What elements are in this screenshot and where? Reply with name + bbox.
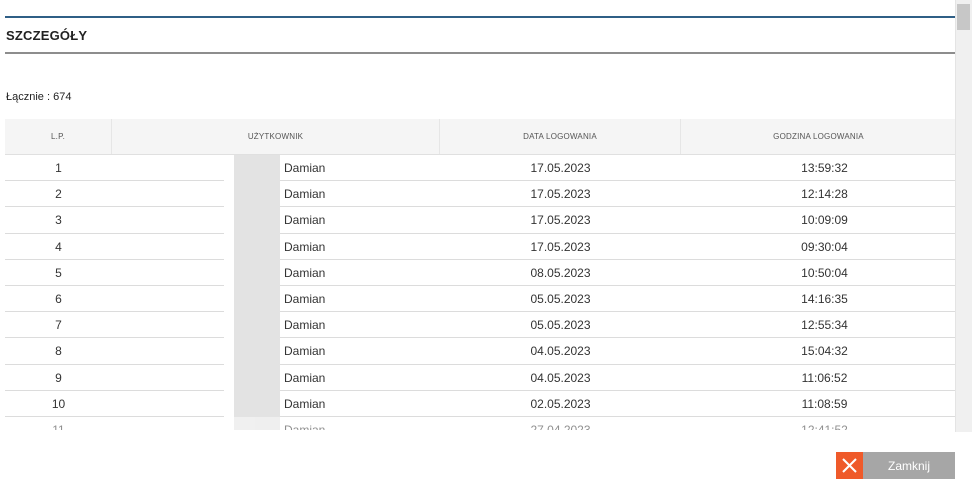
- cell-time: 09:30:04: [801, 239, 848, 254]
- cell-lp: 1: [55, 161, 62, 175]
- table-row[interactable]: 7 Damian 05.05.2023 12:55:34: [5, 312, 956, 339]
- cell-user: Damian: [284, 370, 326, 385]
- cell-time: 13:59:32: [801, 161, 848, 175]
- table-row[interactable]: 2 Damian 17.05.2023 12:14:28: [5, 181, 956, 208]
- total-count: Łącznie : 674: [6, 91, 72, 103]
- table-row[interactable]: 11 Damian 27.04.2023 12:41:52: [5, 416, 956, 430]
- cell-time: 15:04:32: [801, 344, 848, 359]
- cell-time: 12:55:34: [801, 318, 848, 333]
- cell-lp: 2: [55, 187, 62, 202]
- close-button[interactable]: Zamknij: [836, 452, 955, 479]
- cell-date: 27.04.2023: [530, 422, 591, 430]
- cell-user: Damian: [284, 265, 326, 280]
- avatar: [234, 233, 280, 260]
- avatar: [234, 312, 280, 339]
- close-icon: [836, 452, 863, 479]
- cell-user: Damian: [284, 344, 326, 359]
- avatar: [234, 259, 280, 286]
- cell-date: 05.05.2023: [530, 318, 591, 333]
- cell-time: 10:50:04: [801, 265, 848, 280]
- dialog-title: SZCZEGÓŁY: [6, 28, 88, 43]
- login-table: L.P. UŻYTKOWNIK DATA LOGOWANIA GODZINA L…: [5, 119, 956, 430]
- table-row[interactable]: 8 Damian 04.05.2023 15:04:32: [5, 338, 956, 365]
- vertical-scrollbar[interactable]: [955, 0, 972, 432]
- cell-lp: 8: [55, 344, 62, 359]
- cell-time: 14:16:35: [801, 291, 848, 306]
- cell-user: Damian: [284, 161, 326, 175]
- avatar: [234, 364, 280, 391]
- table-row[interactable]: 3 Damian 17.05.2023 10:09:09: [5, 207, 956, 234]
- header-user[interactable]: UŻYTKOWNIK: [112, 119, 440, 154]
- avatar: [234, 207, 280, 234]
- cell-user: Damian: [284, 318, 326, 333]
- table-row[interactable]: 4 Damian 17.05.2023 09:30:04: [5, 233, 956, 260]
- cell-time: 11:06:52: [801, 370, 848, 385]
- cell-user: Damian: [284, 187, 326, 202]
- header-lp[interactable]: L.P.: [5, 119, 112, 154]
- avatar: [234, 338, 280, 365]
- close-button-label: Zamknij: [887, 458, 930, 473]
- cell-date: 05.05.2023: [530, 291, 591, 306]
- cell-date: 04.05.2023: [530, 370, 591, 385]
- cell-date: 17.05.2023: [530, 239, 591, 254]
- cell-time: 11:08:59: [801, 396, 848, 411]
- cell-date: 02.05.2023: [530, 396, 591, 411]
- table-row[interactable]: 9 Damian 04.05.2023 11:06:52: [5, 364, 956, 391]
- cell-user: Damian: [284, 422, 326, 430]
- table-body: 1 Damian 17.05.2023 13:59:32 2 Damian 17.05.20…: [5, 155, 956, 430]
- cell-date: 17.05.2023: [530, 161, 591, 175]
- top-divider: [5, 16, 956, 18]
- cell-lp: 6: [55, 291, 62, 306]
- cell-lp: 3: [55, 213, 62, 228]
- cell-date: 04.05.2023: [530, 344, 591, 359]
- cell-date: 08.05.2023: [530, 265, 591, 280]
- cell-lp: 5: [55, 265, 62, 280]
- cell-user: Damian: [284, 291, 326, 306]
- title-divider: [5, 52, 956, 54]
- details-dialog: SZCZEGÓŁY Łącznie : 674 L.P. UŻYTKOWNIK …: [0, 0, 976, 492]
- header-date[interactable]: DATA LOGOWANIA: [440, 119, 681, 154]
- table-row[interactable]: 5 Damian 08.05.2023 10:50:04: [5, 259, 956, 286]
- cell-lp: 7: [55, 318, 62, 333]
- cell-time: 12:14:28: [801, 187, 848, 202]
- avatar: [234, 416, 280, 430]
- table-row[interactable]: 10 Damian 02.05.2023 11:08:59: [5, 390, 956, 417]
- table-row[interactable]: 6 Damian 05.05.2023 14:16:35: [5, 285, 956, 313]
- scrollbar-thumb[interactable]: [957, 4, 970, 30]
- cell-user: Damian: [284, 213, 326, 228]
- cell-lp: 10: [51, 396, 66, 411]
- cell-time: 10:09:09: [801, 213, 848, 228]
- avatar: [234, 155, 280, 182]
- avatar: [234, 181, 280, 208]
- table-header: L.P. UŻYTKOWNIK DATA LOGOWANIA GODZINA L…: [5, 119, 956, 155]
- cell-lp: 4: [55, 239, 62, 254]
- avatar: [234, 390, 280, 417]
- cell-time: 12:41:52: [801, 422, 848, 430]
- cell-user: Damian: [284, 239, 326, 254]
- cell-date: 17.05.2023: [530, 213, 591, 228]
- cell-date: 17.05.2023: [530, 187, 591, 202]
- header-time[interactable]: GODZINA LOGOWANIA: [681, 119, 956, 154]
- cell-lp: 9: [55, 370, 62, 385]
- cell-user: Damian: [284, 396, 326, 411]
- table-row[interactable]: 1 Damian 17.05.2023 13:59:32: [5, 155, 956, 182]
- cell-lp: 11: [52, 422, 65, 430]
- avatar: [234, 285, 280, 313]
